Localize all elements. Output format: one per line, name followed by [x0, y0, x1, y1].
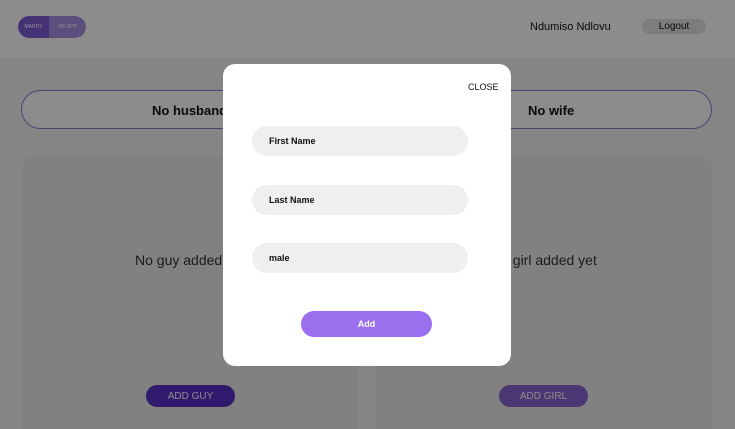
last-name-input[interactable] — [252, 185, 468, 215]
first-name-input[interactable] — [252, 126, 468, 156]
close-button[interactable]: CLOSE — [468, 82, 499, 92]
add-person-modal: CLOSE Add — [223, 64, 511, 366]
gender-input[interactable] — [252, 243, 468, 273]
add-submit-button[interactable]: Add — [301, 311, 432, 337]
